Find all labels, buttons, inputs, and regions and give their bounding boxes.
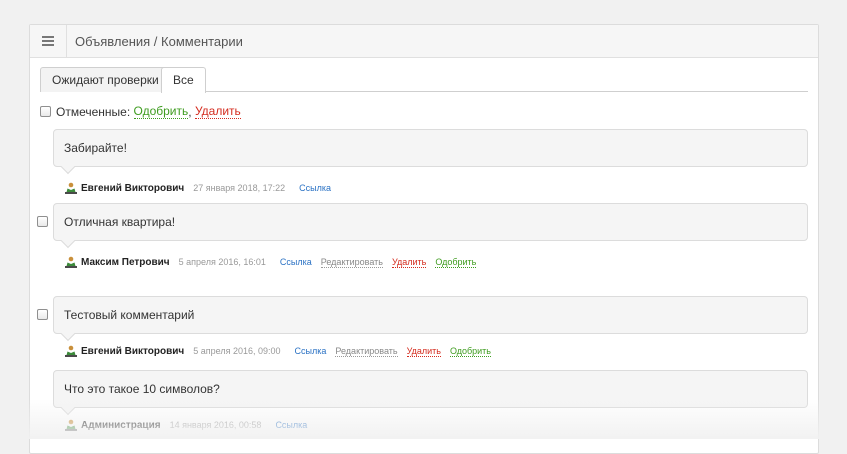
user-icon	[65, 182, 77, 194]
comment-text: Забирайте!	[53, 129, 808, 167]
comment-text: Что это такое 10 символов?	[53, 370, 808, 408]
comment-date: 27 января 2018, 17:22	[193, 183, 285, 193]
comment-text: Отличная квартира!	[53, 203, 808, 241]
comment-date: 5 апреля 2016, 16:01	[179, 257, 266, 267]
comment-author[interactable]: Максим Петрович	[81, 257, 170, 268]
marked-label: Отмеченные:	[56, 105, 130, 119]
comment-link[interactable]: Ссылка	[295, 346, 327, 356]
comments-panel: Объявления / Комментарии Ожидают проверк…	[29, 24, 819, 454]
tabs: Ожидают проверки Все	[40, 67, 808, 92]
bulk-actions: Отмеченные: Одобрить, Удалить	[40, 104, 241, 119]
menu-icon	[42, 36, 54, 46]
comment-meta: Максим Петрович 5 апреля 2016, 16:01 Ссы…	[65, 255, 476, 269]
page-title: Объявления / Комментарии	[67, 34, 243, 49]
comment-author[interactable]: Евгений Викторович	[81, 346, 184, 357]
comment-meta: Евгений Викторович 5 апреля 2016, 09:00 …	[65, 344, 491, 358]
user-icon	[65, 345, 77, 357]
edit-link[interactable]: Редактировать	[335, 346, 397, 357]
comment-meta: Евгений Викторович 27 января 2018, 17:22…	[65, 181, 331, 195]
tab-all[interactable]: Все	[161, 67, 206, 93]
comment-author[interactable]: Администрация	[81, 420, 161, 431]
comment-author[interactable]: Евгений Викторович	[81, 183, 184, 194]
comment-date: 5 апреля 2016, 09:00	[193, 346, 280, 356]
tab-pending[interactable]: Ожидают проверки	[40, 67, 171, 92]
menu-button[interactable]	[30, 25, 67, 58]
bulk-approve-link[interactable]: Одобрить	[134, 104, 189, 119]
user-icon	[65, 256, 77, 268]
comment-link[interactable]: Ссылка	[275, 420, 307, 430]
delete-link[interactable]: Удалить	[407, 346, 441, 357]
delete-link[interactable]: Удалить	[392, 257, 426, 268]
panel-header: Объявления / Комментарии	[30, 25, 818, 58]
comment-text: Тестовый комментарий	[53, 296, 808, 334]
user-icon	[65, 419, 77, 431]
approve-link[interactable]: Одобрить	[435, 257, 476, 268]
bulk-delete-link[interactable]: Удалить	[195, 104, 241, 119]
comment-meta: Администрация 14 января 2016, 00:58 Ссыл…	[65, 418, 307, 432]
approve-link[interactable]: Одобрить	[450, 346, 491, 357]
comment-link[interactable]: Ссылка	[299, 183, 331, 193]
bulk-separator: ,	[188, 105, 191, 119]
edit-link[interactable]: Редактировать	[321, 257, 383, 268]
comment-checkbox[interactable]	[37, 216, 48, 227]
select-all-checkbox[interactable]	[40, 106, 51, 117]
comment-link[interactable]: Ссылка	[280, 257, 312, 267]
comment-date: 14 января 2016, 00:58	[170, 420, 262, 430]
comment-checkbox[interactable]	[37, 309, 48, 320]
